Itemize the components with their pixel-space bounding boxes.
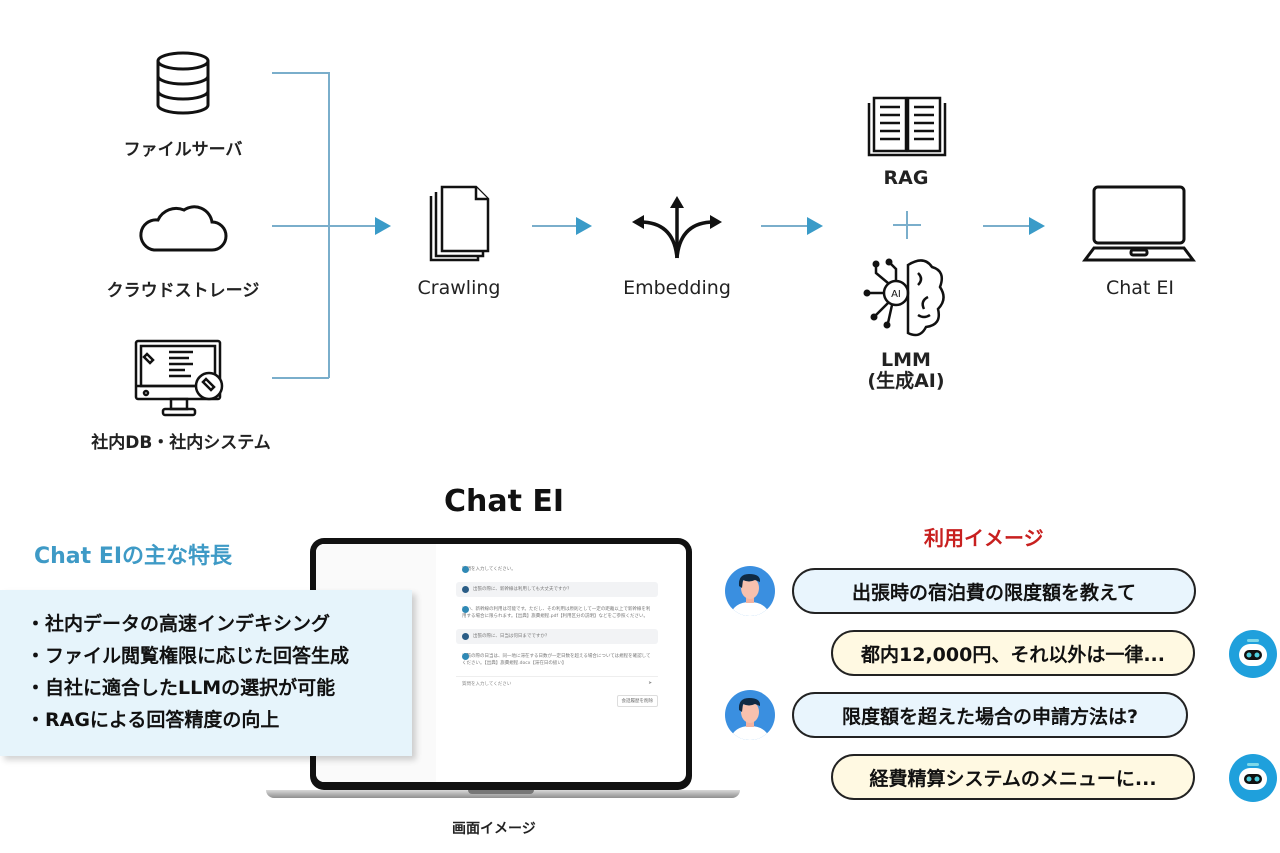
lmm-label-line1: LMM [881, 349, 931, 371]
feature-item: ・自社に適合したLLMの選択が可能 [26, 677, 336, 699]
feature-item: ・ファイル閲覧権限に応じた回答生成 [26, 645, 350, 667]
chat-message-user: 出張の際に、新幹線は利用しても大丈夫ですか？ [456, 582, 658, 597]
laptop-icon [1082, 185, 1196, 262]
user-avatar-icon [462, 633, 469, 640]
bot-avatar-icon [1229, 630, 1277, 678]
monitor-tools-icon [134, 339, 224, 417]
chat-input-placeholder: 質問を入力してください [462, 682, 512, 687]
user-avatar-icon [462, 586, 469, 593]
feature-item: ・社内データの高速インデキシング [26, 613, 331, 635]
chat-message-user: 出張の際に、日当は何日までですか？ [456, 629, 658, 644]
chat-message-bot: 質問を入力してください。 [462, 566, 516, 573]
usage-question-bubble: 限度額を超えた場合の申請方法は? [792, 692, 1188, 738]
laptop-notch [468, 790, 534, 794]
chat-input[interactable]: 質問を入力してください ➤ [456, 676, 658, 691]
usage-question-bubble: 出張時の宿泊費の限度額を教えて [792, 568, 1196, 614]
bot-avatar-icon [462, 606, 469, 613]
bot-avatar-icon [1229, 754, 1277, 802]
plus-sign [906, 211, 908, 239]
pipeline-label: Embedding [623, 277, 731, 299]
flow-arrow [761, 217, 823, 235]
pipeline-label: Chat EI [1105, 277, 1175, 299]
features-list: ・社内データの高速インデキシング ・ファイル閲覧権限に応じた回答生成 ・自社に適… [0, 590, 412, 756]
clear-history-button[interactable]: 会話履歴を削除 [616, 695, 658, 707]
bot-avatar-icon [462, 653, 469, 660]
usage-answer-bubble: 都内12,000円、それ以外は一律... [831, 630, 1195, 676]
ai-brain-icon: AI [863, 258, 945, 337]
svg-text:AI: AI [891, 289, 901, 300]
pipeline-label: Crawling [417, 277, 501, 299]
cloud-icon [139, 205, 228, 252]
features-title: Chat EIの主な特長 [34, 544, 233, 569]
flow-arrow [329, 217, 391, 235]
send-icon[interactable]: ➤ [648, 681, 652, 687]
documents-icon [429, 185, 490, 262]
chat-window: 質問を入力してください。 出張の際に、新幹線は利用しても大丈夫ですか？ はい、新… [456, 562, 658, 772]
open-book-icon [867, 96, 947, 157]
database-icon [156, 51, 210, 115]
screen-title: Chat EI [444, 484, 565, 519]
bot-avatar-icon [462, 566, 469, 573]
flow-arrow [983, 217, 1045, 235]
branching-arrows-icon [632, 196, 722, 259]
chat-message-bot: 出張の際の日当は、同一地に滞在する日数が一定日数を超える場合については規程を確認… [462, 653, 651, 666]
usage-title: 利用イメージ [924, 526, 1044, 550]
user-avatar-icon [725, 690, 775, 740]
lmm-label-line2: (生成AI) [867, 370, 945, 392]
feature-item: ・RAGによる回答精度の向上 [26, 709, 280, 731]
screen-caption: 画面イメージ [452, 821, 536, 837]
source-label: 社内DB・社内システム [91, 433, 271, 453]
flow-arrow [532, 217, 592, 235]
source-label: ファイルサーバ [123, 140, 243, 160]
connector-line [272, 377, 329, 379]
usage-answer-bubble: 経費精算システムのメニューに... [831, 754, 1195, 800]
chat-message-bot: はい、新幹線の利用は可能です。ただし、その利用は原則として一定の距離以上で新幹線… [462, 606, 651, 619]
pipeline-label: RAG [883, 167, 929, 189]
user-avatar-icon [725, 566, 775, 616]
connector-line [272, 225, 329, 227]
pipeline-label: LMM (生成AI) [856, 350, 956, 392]
connector-line [272, 72, 329, 74]
source-label: クラウドストレージ [106, 281, 260, 301]
